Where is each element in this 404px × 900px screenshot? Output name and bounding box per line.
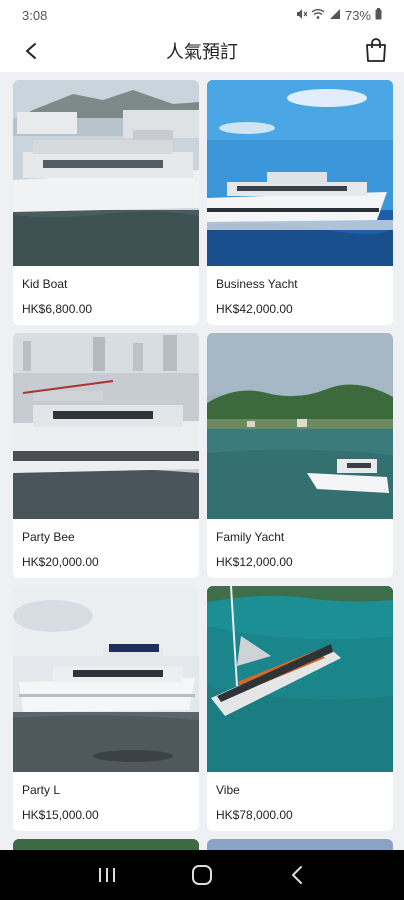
system-nav-bar	[0, 850, 404, 900]
product-name: Party L	[22, 783, 61, 797]
recent-apps-button[interactable]	[87, 855, 127, 895]
system-back-button[interactable]	[277, 855, 317, 895]
product-name: Kid Boat	[22, 277, 68, 291]
battery-level: 73%	[344, 7, 371, 23]
product-price: HK$15,000.00	[22, 808, 99, 822]
signal-icon	[329, 8, 341, 23]
product-card[interactable]: Vibe HK$78,000.00	[207, 586, 393, 831]
product-card[interactable]: Family Yacht HK$12,000.00	[207, 333, 393, 578]
product-image	[207, 839, 393, 850]
product-card[interactable]: Party Bee HK$20,000.00	[13, 333, 199, 578]
battery-icon	[375, 7, 382, 23]
product-image	[207, 333, 393, 519]
product-image	[13, 333, 199, 519]
product-card[interactable]: Kid Boat HK$6,800.00	[13, 80, 199, 325]
recent-apps-icon	[99, 868, 116, 882]
product-price: HK$42,000.00	[216, 302, 293, 316]
back-icon	[291, 866, 302, 884]
product-name: Family Yacht	[216, 530, 285, 544]
product-name: Vibe	[216, 783, 240, 797]
product-image	[13, 80, 199, 266]
product-name: Business Yacht	[216, 277, 298, 291]
shopping-bag-icon	[366, 38, 386, 62]
product-price: HK$78,000.00	[216, 808, 293, 822]
wifi-icon	[311, 8, 325, 23]
product-image	[207, 80, 393, 266]
status-icons: 73%	[295, 7, 382, 23]
product-price: HK$20,000.00	[22, 555, 99, 569]
product-image	[13, 839, 199, 850]
app-header: 人氣預訂	[0, 30, 404, 72]
back-arrow-icon	[26, 43, 36, 59]
home-button[interactable]	[182, 855, 222, 895]
status-time: 3:08	[22, 7, 48, 23]
shopping-bag-button[interactable]	[362, 36, 390, 64]
product-grid: Kid Boat HK$6,800.00 Business Yacht HK$4…	[13, 80, 393, 850]
status-bar: 3:08 73%	[0, 0, 404, 30]
product-name: Party Bee	[22, 530, 75, 544]
home-icon	[191, 865, 212, 885]
product-card[interactable]	[207, 839, 393, 850]
product-price: HK$6,800.00	[22, 302, 93, 316]
page-title: 人氣預訂	[166, 42, 238, 63]
product-card[interactable]: Business Yacht HK$42,000.00	[207, 80, 393, 325]
product-image	[207, 586, 393, 772]
product-card[interactable]	[13, 839, 199, 850]
back-button[interactable]	[18, 38, 44, 64]
mute-icon	[295, 8, 308, 23]
product-card[interactable]: Party L HK$15,000.00	[13, 586, 199, 831]
product-price: HK$12,000.00	[216, 555, 293, 569]
product-image	[13, 586, 199, 772]
